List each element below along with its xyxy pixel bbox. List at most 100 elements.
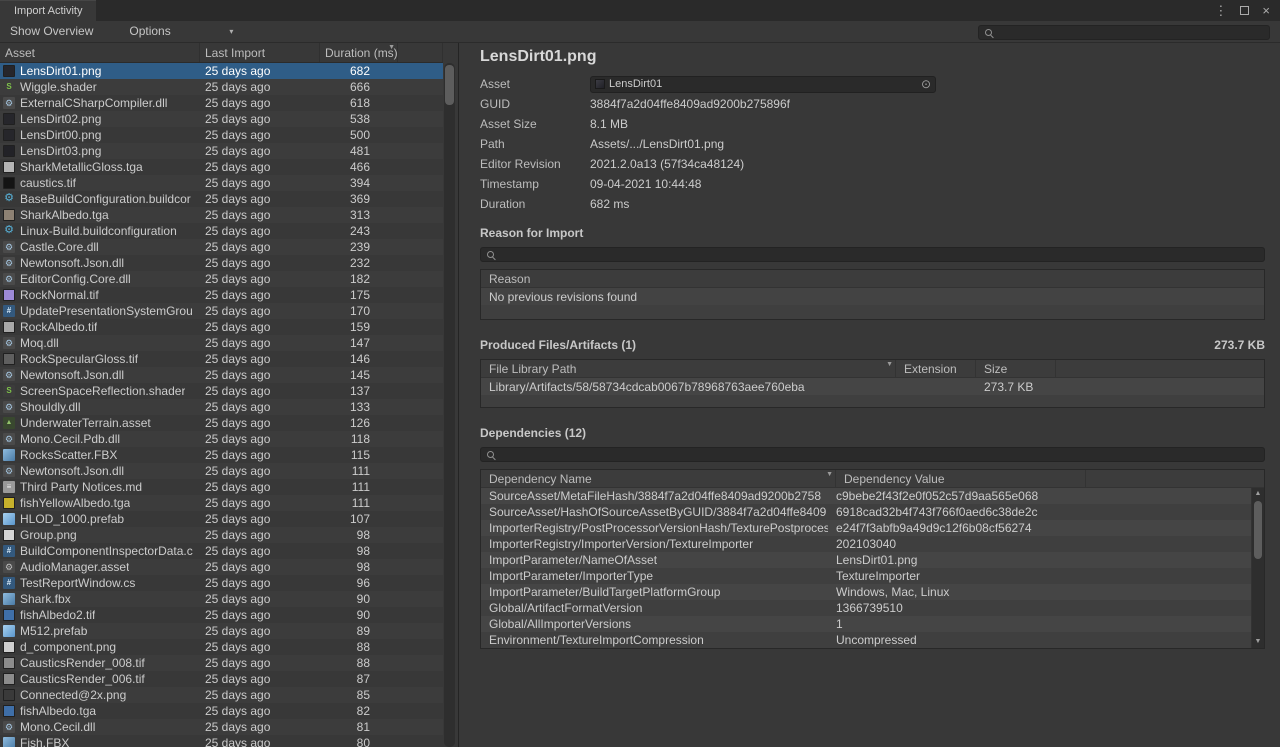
dependencies-scrollbar-thumb[interactable] [1254,501,1262,559]
tab-import-activity[interactable]: Import Activity [0,0,96,21]
dependency-value: Windows, Mac, Linux [828,585,1251,599]
asset-row[interactable]: d_component.png25 days ago88 [0,639,443,655]
asset-row[interactable]: ⚙Mono.Cecil.dll25 days ago81 [0,719,443,735]
column-header-dependency-name[interactable]: Dependency Name ▼ [481,470,836,487]
asset-row[interactable]: SWiggle.shader25 days ago666 [0,79,443,95]
asset-row[interactable]: SScreenSpaceReflection.shader25 days ago… [0,383,443,399]
asset-row[interactable]: ⚙Shouldly.dll25 days ago133 [0,399,443,415]
main-search-field[interactable] [978,25,1270,40]
column-header-size[interactable]: Size [976,360,1056,377]
asset-duration: 394 [320,176,370,190]
dependency-row[interactable]: ImportParameter/NameOfAssetLensDirt01.pn… [481,552,1251,568]
asset-object-field[interactable]: LensDirt01 ⊙ [590,76,936,93]
object-picker-icon[interactable]: ⊙ [921,78,931,90]
dependency-row[interactable]: ImportParameter/BuildTargetPlatformGroup… [481,584,1251,600]
asset-duration: 96 [320,576,370,590]
asset-last-import: 25 days ago [200,80,320,94]
asset-row[interactable]: #BuildComponentInspectorData.c25 days ag… [0,543,443,559]
close-window-icon[interactable]: × [1262,3,1270,18]
asset-row[interactable]: #TestReportWindow.cs25 days ago96 [0,575,443,591]
texture-icon [3,321,15,333]
asset-row[interactable]: #UpdatePresentationSystemGrou25 days ago… [0,303,443,319]
pane-menu-icon[interactable]: ⋮ [1214,3,1227,19]
dependencies-search-input[interactable] [499,449,1258,461]
asset-row[interactable]: Group.png25 days ago98 [0,527,443,543]
asset-row[interactable]: CausticsRender_006.tif25 days ago87 [0,671,443,687]
reason-search-field[interactable] [480,247,1265,262]
asset-row[interactable]: Fish.FBX25 days ago80 [0,735,443,747]
asset-row[interactable]: RockNormal.tif25 days ago175 [0,287,443,303]
asset-row[interactable]: ≡Third Party Notices.md25 days ago111 [0,479,443,495]
reason-row[interactable]: No previous revisions found [481,288,1264,305]
asset-last-import: 25 days ago [200,208,320,222]
asset-row[interactable]: ⚙Newtonsoft.Json.dll25 days ago145 [0,367,443,383]
dependencies-search-field[interactable] [480,447,1265,462]
artifact-row[interactable]: Library/Artifacts/58/58734cdcab0067b7896… [481,378,1264,395]
asset-name: EditorConfig.Core.dll [20,272,131,286]
asset-last-import: 25 days ago [200,512,320,526]
asset-row[interactable]: CausticsRender_008.tif25 days ago88 [0,655,443,671]
dependencies-scrollbar[interactable]: ▲ ▼ [1251,488,1264,648]
asset-row[interactable]: ⚙Linux-Build.buildconfiguration25 days a… [0,223,443,239]
dependency-row[interactable]: ImporterRegistry/PostProcessorVersionHas… [481,520,1251,536]
asset-row[interactable]: HLOD_1000.prefab25 days ago107 [0,511,443,527]
asset-row[interactable]: fishAlbedo2.tif25 days ago90 [0,607,443,623]
settings-icon: ⚙ [3,561,15,573]
dependency-row[interactable]: SourceAsset/MetaFileHash/3884f7a2d04ffe8… [481,488,1251,504]
dependency-row[interactable]: Global/AllImporterVersions1 [481,616,1251,632]
asset-row[interactable]: M512.prefab25 days ago89 [0,623,443,639]
asset-row[interactable]: LensDirt00.png25 days ago500 [0,127,443,143]
column-header-extension[interactable]: Extension [896,360,976,377]
asset-row[interactable]: ⚙Castle.Core.dll25 days ago239 [0,239,443,255]
asset-row[interactable]: RockAlbedo.tif25 days ago159 [0,319,443,335]
asset-name: fishAlbedo.tga [20,704,96,718]
dependency-row[interactable]: Environment/TextureImportCompressionUnco… [481,632,1251,648]
asset-row[interactable]: ⚙Newtonsoft.Json.dll25 days ago111 [0,463,443,479]
dependency-row[interactable]: SourceAsset/HashOfSourceAssetByGUID/3884… [481,504,1251,520]
column-header-duration[interactable]: Duration (ms) ▼ [320,43,398,62]
main-search-input[interactable] [997,27,1263,39]
asset-row[interactable]: ⚙ExternalCSharpCompiler.dll25 days ago61… [0,95,443,111]
reason-search-input[interactable] [499,249,1258,261]
asset-last-import: 25 days ago [200,592,320,606]
dependency-value: LensDirt01.png [828,553,1251,567]
asset-row[interactable]: SharkMetallicGloss.tga25 days ago466 [0,159,443,175]
asset-row[interactable]: LensDirt03.png25 days ago481 [0,143,443,159]
asset-row[interactable]: ⚙EditorConfig.Core.dll25 days ago182 [0,271,443,287]
asset-row[interactable]: ⚙AudioManager.asset25 days ago98 [0,559,443,575]
asset-row[interactable]: RocksScatter.FBX25 days ago115 [0,447,443,463]
asset-row[interactable]: fishAlbedo.tga25 days ago82 [0,703,443,719]
dependency-row[interactable]: ImporterRegistry/ImporterVersion/Texture… [481,536,1251,552]
asset-row[interactable]: ⚙Moq.dll25 days ago147 [0,335,443,351]
asset-duration: 170 [320,304,370,318]
asset-list-scrollbar-thumb[interactable] [445,65,454,105]
asset-row[interactable]: LensDirt02.png25 days ago538 [0,111,443,127]
asset-row[interactable]: RockSpecularGloss.tif25 days ago146 [0,351,443,367]
asset-row[interactable]: ⚙BaseBuildConfiguration.buildcor25 days … [0,191,443,207]
options-dropdown[interactable]: Options ▾ [121,21,241,42]
asset-row[interactable]: SharkAlbedo.tga25 days ago313 [0,207,443,223]
asset-list-scrollbar[interactable] [444,63,455,747]
dependency-row[interactable]: ImportParameter/ImporterTypeTextureImpor… [481,568,1251,584]
column-header-asset[interactable]: Asset [0,43,200,62]
asset-row[interactable]: caustics.tif25 days ago394 [0,175,443,191]
show-overview-button[interactable]: Show Overview [0,21,103,42]
asset-row[interactable]: LensDirt01.png25 days ago682 [0,63,443,79]
asset-row[interactable]: Shark.fbx25 days ago90 [0,591,443,607]
field-label: Asset [480,77,590,91]
restore-window-icon[interactable] [1240,6,1249,15]
scroll-up-icon[interactable]: ▲ [1252,489,1264,499]
asset-row[interactable]: Connected@2x.png25 days ago85 [0,687,443,703]
asset-row[interactable]: ⚙Mono.Cecil.Pdb.dll25 days ago118 [0,431,443,447]
asset-row[interactable]: ⚙Newtonsoft.Json.dll25 days ago232 [0,255,443,271]
asset-row[interactable]: fishYellowAlbedo.tga25 days ago111 [0,495,443,511]
dependency-row[interactable]: Global/ArtifactFormatVersion1366739510 [481,600,1251,616]
column-header-reason[interactable]: Reason [481,270,1264,287]
column-header-last-import[interactable]: Last Import [200,43,320,62]
column-header-dependency-value[interactable]: Dependency Value [836,470,1086,487]
asset-row[interactable]: ▲UnderwaterTerrain.asset25 days ago126 [0,415,443,431]
column-header-file-library-path[interactable]: File Library Path ▼ [481,360,896,377]
asset-last-import: 25 days ago [200,560,320,574]
text-icon: ≡ [3,481,15,493]
scroll-down-icon[interactable]: ▼ [1252,637,1264,647]
